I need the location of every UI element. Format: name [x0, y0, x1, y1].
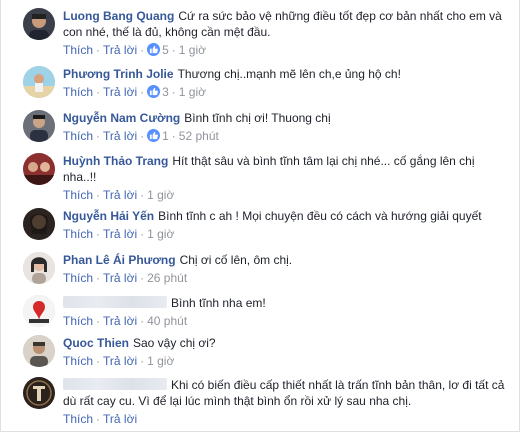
avatar[interactable] [23, 252, 55, 284]
comment-timestamp[interactable]: 1 giờ [147, 188, 174, 202]
like-link[interactable]: Thích [63, 412, 93, 426]
separator: · [96, 354, 101, 368]
comment-thread: Luong Bang Quang Cứ ra sức bảo vệ những đ… [0, 0, 520, 432]
comment-timestamp[interactable]: 1 giờ [147, 354, 174, 368]
reply-link[interactable]: Trả lời [103, 43, 137, 57]
reply-link[interactable]: Trả lời [103, 129, 137, 143]
like-link[interactable]: Thích [63, 43, 93, 57]
separator: · [140, 314, 145, 328]
like-link[interactable]: Thích [63, 129, 93, 143]
separator: · [171, 85, 176, 99]
like-reaction-icon[interactable] [147, 85, 161, 98]
separator: · [96, 314, 101, 328]
like-link[interactable]: Thích [63, 227, 93, 241]
comment-author-link[interactable]: Luong Bang Quang [63, 9, 174, 23]
reply-link[interactable]: Trả lời [103, 354, 137, 368]
separator: · [96, 188, 101, 202]
like-link[interactable]: Thích [63, 188, 93, 202]
comment-text: Chị ơi cố lên, ôm chị. [179, 253, 293, 267]
avatar[interactable] [23, 153, 55, 185]
redacted-author-name [63, 378, 167, 390]
reply-link[interactable]: Trả lời [103, 412, 137, 426]
separator: · [171, 129, 176, 143]
separator: · [96, 85, 101, 99]
comment-author-link[interactable]: Nguyễn Nam Cường [63, 111, 180, 125]
comment-timestamp[interactable]: 1 giờ [179, 43, 206, 57]
separator: · [96, 129, 101, 143]
comment-text: Bình tĩnh chị ơi! Thuong chị [184, 111, 331, 125]
comment-timestamp[interactable]: 1 giờ [147, 227, 174, 241]
comment-author-link[interactable]: Phương Trinh Jolie [63, 67, 174, 81]
avatar[interactable] [23, 66, 55, 98]
comment-text: Bình tĩnh c ah ! Mọi chuyện đều có cách … [158, 209, 482, 223]
like-link[interactable]: Thích [63, 314, 93, 328]
separator: · [96, 412, 101, 426]
reaction-count[interactable]: 1 [162, 129, 169, 143]
reply-link[interactable]: Trả lời [103, 85, 137, 99]
like-link[interactable]: Thích [63, 354, 93, 368]
comment-text: Bình tĩnh nha em! [171, 296, 266, 310]
redacted-author-name [63, 296, 167, 308]
separator: · [96, 227, 101, 241]
comment-author-link[interactable]: Quoc Thien [63, 336, 129, 350]
separator: · [140, 85, 145, 99]
separator: · [171, 43, 176, 57]
separator: · [140, 354, 145, 368]
like-reaction-icon[interactable] [147, 43, 161, 56]
comment-text: Sao vậy chị ơi? [133, 336, 216, 350]
avatar[interactable] [23, 110, 55, 142]
like-link[interactable]: Thích [63, 85, 93, 99]
separator: · [140, 43, 145, 57]
avatar[interactable] [23, 8, 55, 40]
avatar[interactable] [23, 295, 55, 327]
comment-text: Thương chị..mạnh mẽ lên ch,e ủng hộ ch! [177, 67, 401, 81]
comment-author-link[interactable]: Nguyễn Hải Yến [63, 209, 154, 223]
like-reaction-icon[interactable] [147, 129, 161, 142]
avatar[interactable] [23, 335, 55, 367]
comment-timestamp[interactable]: 1 giờ [179, 85, 206, 99]
reaction-count[interactable]: 5 [162, 43, 169, 57]
comment-timestamp[interactable]: 40 phút [147, 314, 187, 328]
comment-timestamp[interactable]: 52 phút [179, 129, 219, 143]
comment-author-link[interactable]: Phan Lê Ái Phương [63, 253, 176, 267]
separator: · [140, 227, 145, 241]
separator: · [96, 43, 101, 57]
separator: · [140, 129, 145, 143]
separator: · [140, 271, 145, 285]
reply-link[interactable]: Trả lời [103, 227, 137, 241]
comment-timestamp[interactable]: 26 phút [147, 271, 187, 285]
reply-link[interactable]: Trả lời [103, 271, 137, 285]
reply-link[interactable]: Trả lời [103, 314, 137, 328]
avatar[interactable] [23, 208, 55, 240]
reply-link[interactable]: Trả lời [103, 188, 137, 202]
like-link[interactable]: Thích [63, 271, 93, 285]
comment-author-link[interactable]: Huỳnh Thảo Trang [63, 154, 168, 168]
separator: · [140, 188, 145, 202]
separator: · [96, 271, 101, 285]
reaction-count[interactable]: 3 [162, 85, 169, 99]
avatar[interactable] [23, 377, 55, 409]
